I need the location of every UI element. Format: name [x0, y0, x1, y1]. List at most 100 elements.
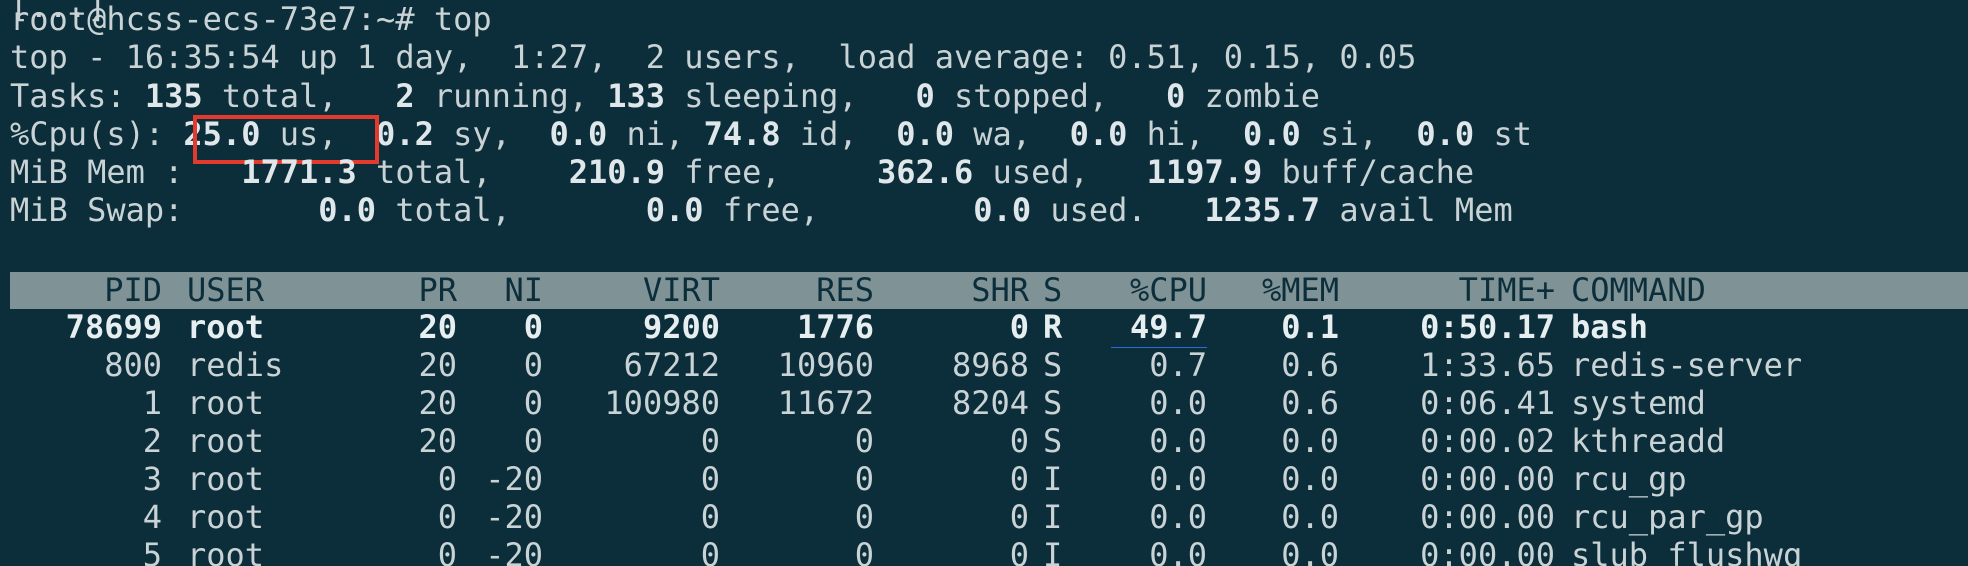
nice: -20 — [485, 460, 543, 498]
process-row: 1 root 20 0 100980 11672 8204 S 0.0 0.6 … — [10, 384, 1968, 423]
state: R — [1043, 308, 1063, 346]
virt: 0 — [700, 536, 720, 566]
cpu-percent: 0.7 — [1149, 346, 1207, 384]
nice: -20 — [485, 498, 543, 536]
header-virt: VIRT — [642, 271, 720, 309]
header-user: USER — [187, 271, 265, 309]
pid: 2 — [142, 422, 162, 460]
swap-summary: MiB Swap: 0.0 total, 0.0 free, 0.0 used.… — [10, 191, 1513, 229]
pid: 1 — [142, 384, 162, 422]
memory-summary: MiB Mem : 1771.3 total, 210.9 free, 362.… — [10, 153, 1475, 191]
process-row: 2 root 20 0 0 0 0 S 0.0 0.0 0:00.02 kthr… — [10, 422, 1968, 461]
res: 0 — [854, 460, 874, 498]
priority: 0 — [437, 460, 457, 498]
mem-percent: 0.1 — [1281, 308, 1339, 346]
virt: 100980 — [604, 384, 720, 422]
shell-prompt: root@hcss-ecs-73e7:~# top — [10, 0, 492, 38]
cpu-percent: 49.7 — [1111, 308, 1207, 348]
tasks-summary: Tasks: 135 total, 2 running, 133 sleepin… — [10, 77, 1321, 115]
user: root — [187, 460, 265, 498]
shr: 8968 — [951, 346, 1029, 384]
cpu-percent: 0.0 — [1149, 384, 1207, 422]
virt: 0 — [700, 422, 720, 460]
state: S — [1043, 346, 1063, 384]
state: S — [1043, 384, 1063, 422]
mem-percent: 0.0 — [1281, 536, 1339, 566]
process-table-header: PID USER PR NI VIRT RES SHR S %CPU %MEM … — [10, 271, 1968, 309]
user: root — [187, 308, 265, 346]
command: redis-server — [1571, 346, 1803, 384]
pid: 800 — [104, 346, 162, 384]
user: root — [187, 536, 265, 566]
mem-percent: 0.0 — [1281, 460, 1339, 498]
virt: 0 — [700, 498, 720, 536]
state: I — [1043, 536, 1063, 566]
priority: 0 — [437, 536, 457, 566]
pid: 3 — [142, 460, 162, 498]
header-res: RES — [816, 271, 874, 309]
res: 0 — [854, 536, 874, 566]
user: redis — [187, 346, 284, 384]
command: kthreadd — [1571, 422, 1726, 460]
process-row: 78699 root 20 0 9200 1776 0 R 49.7 0.1 0… — [10, 308, 1968, 348]
shr: 0 — [1009, 308, 1029, 346]
header-pr: PR — [418, 271, 457, 309]
header-mem: %MEM — [1261, 271, 1339, 309]
nice: 0 — [523, 384, 543, 422]
pid: 5 — [142, 536, 162, 566]
state: I — [1043, 460, 1063, 498]
terminal-window[interactable]: [...] root@hcss-ecs-73e7:~# top top - 16… — [0, 0, 1968, 566]
cpu-percent: 0.0 — [1149, 460, 1207, 498]
command: systemd — [1571, 384, 1706, 422]
header-time: TIME+ — [1458, 271, 1555, 309]
process-row: 3 root 0 -20 0 0 0 I 0.0 0.0 0:00.00 rcu… — [10, 460, 1968, 499]
cpu-user-value: 25.0 — [183, 115, 261, 153]
process-row: 5 root 0 -20 0 0 0 I 0.0 0.0 0:00.00 slu… — [10, 536, 1968, 566]
mem-percent: 0.0 — [1281, 422, 1339, 460]
header-ni: NI — [504, 271, 543, 309]
virt: 9200 — [642, 308, 720, 346]
nice: 0 — [523, 422, 543, 460]
header-shr: SHR — [971, 271, 1029, 309]
shr: 8204 — [951, 384, 1029, 422]
command: slub_flushwq — [1571, 536, 1803, 566]
mem-percent: 0.0 — [1281, 498, 1339, 536]
nice: 0 — [523, 346, 543, 384]
nice: -20 — [485, 536, 543, 566]
shr: 0 — [1009, 536, 1029, 566]
res: 1776 — [796, 308, 874, 346]
uptime-summary: top - 16:35:54 up 1 day, 1:27, 2 users, … — [10, 38, 1417, 76]
cpu-summary: %Cpu(s): 25.0 us, 0.2 sy, 0.0 ni, 74.8 i… — [10, 115, 1532, 153]
cpu-percent: 0.0 — [1149, 536, 1207, 566]
res: 0 — [854, 498, 874, 536]
command: rcu_gp — [1571, 460, 1687, 498]
pid: 4 — [142, 498, 162, 536]
cpu-percent: 0.0 — [1149, 422, 1207, 460]
command: rcu_par_gp — [1571, 498, 1764, 536]
pid: 78699 — [65, 308, 162, 346]
cpu-percent: 0.0 — [1149, 498, 1207, 536]
priority: 20 — [418, 384, 457, 422]
user: root — [187, 422, 265, 460]
res: 10960 — [777, 346, 874, 384]
process-row: 800 redis 20 0 67212 10960 8968 S 0.7 0.… — [10, 346, 1968, 385]
time: 0:50.17 — [1420, 308, 1555, 346]
header-s: S — [1043, 271, 1063, 309]
header-cpu: %CPU — [1129, 271, 1207, 309]
virt: 67212 — [623, 346, 720, 384]
priority: 20 — [418, 308, 457, 346]
mem-percent: 0.6 — [1281, 384, 1339, 422]
shr: 0 — [1009, 422, 1029, 460]
virt: 0 — [700, 460, 720, 498]
time: 0:00.02 — [1420, 422, 1555, 460]
time: 1:33.65 — [1420, 346, 1555, 384]
priority: 20 — [418, 346, 457, 384]
shr: 0 — [1009, 460, 1029, 498]
header-pid: PID — [104, 271, 162, 309]
res: 0 — [854, 422, 874, 460]
mem-percent: 0.6 — [1281, 346, 1339, 384]
time: 0:06.41 — [1420, 384, 1555, 422]
nice: 0 — [523, 308, 543, 346]
shr: 0 — [1009, 498, 1029, 536]
state: S — [1043, 422, 1063, 460]
